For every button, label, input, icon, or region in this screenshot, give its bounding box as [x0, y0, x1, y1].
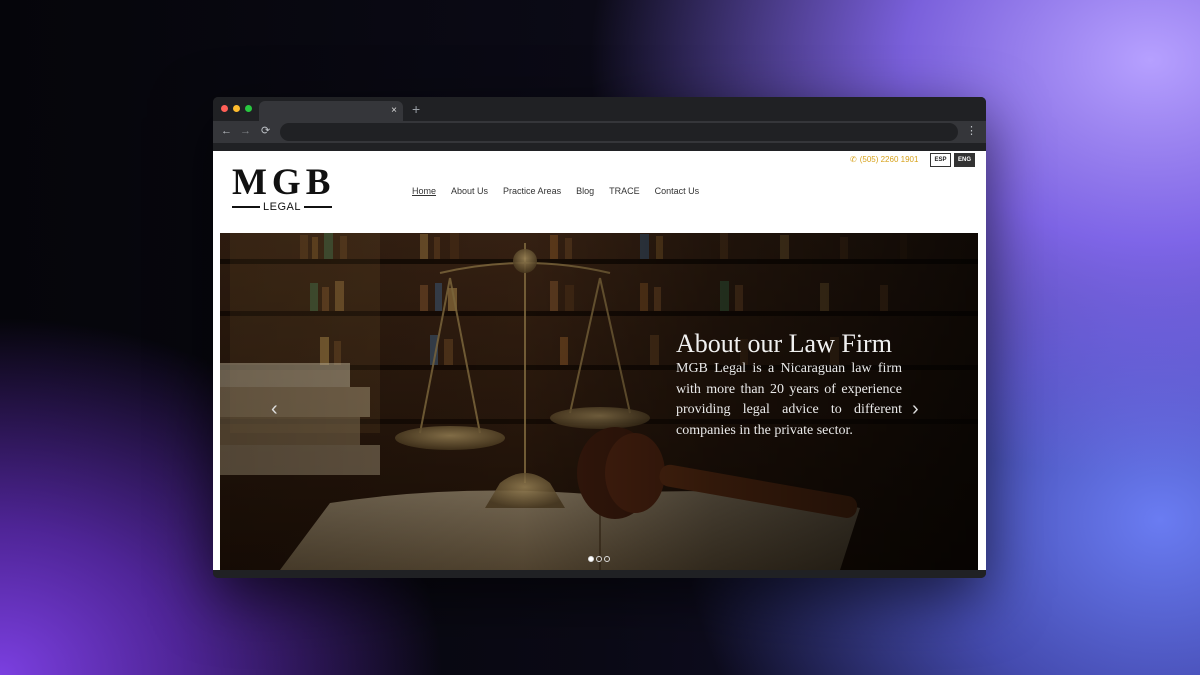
- carousel-next-icon[interactable]: ›: [912, 397, 919, 421]
- forward-arrow-icon[interactable]: →: [240, 124, 251, 138]
- maximize-window-button[interactable]: [245, 105, 252, 112]
- hero-title: About our Law Firm: [676, 329, 892, 358]
- browser-toolbar: ← → ⟳ ⋮: [213, 121, 986, 143]
- phone-icon: ✆: [850, 155, 857, 164]
- minimize-window-button[interactable]: [233, 105, 240, 112]
- logo-wordmark: MGB: [232, 162, 336, 203]
- kebab-menu-icon[interactable]: ⋮: [966, 124, 977, 138]
- hero-carousel: About our Law Firm MGB Legal is a Nicara…: [220, 233, 978, 570]
- phone-number: (505) 2260 1901: [859, 155, 919, 164]
- browser-bottom-edge: [213, 570, 986, 578]
- nav-item-about-us[interactable]: About Us: [451, 186, 488, 196]
- nav-item-blog[interactable]: Blog: [576, 186, 594, 196]
- close-icon[interactable]: ×: [391, 104, 397, 118]
- tab-bar: × +: [213, 97, 986, 121]
- browser-window: × + ← → ⟳ ⋮ MGB LEGAL ✆ (505) 2260 1901 …: [213, 97, 986, 578]
- nav-item-contact-us[interactable]: Contact Us: [655, 186, 700, 196]
- nav-item-home[interactable]: Home: [412, 186, 436, 196]
- back-arrow-icon[interactable]: ←: [221, 124, 232, 138]
- address-bar[interactable]: [280, 123, 958, 141]
- logo-rule-right: [303, 206, 332, 208]
- lang-esp-button[interactable]: ESP: [930, 153, 951, 167]
- carousel-dot-1[interactable]: [588, 556, 594, 562]
- logo-subtitle: LEGAL: [263, 201, 301, 213]
- web-page: MGB LEGAL ✆ (505) 2260 1901 ESP ENG Home…: [213, 151, 986, 570]
- browser-tab[interactable]: ×: [259, 101, 403, 121]
- hero-description: MGB Legal is a Nicaraguan law firm with …: [676, 361, 902, 438]
- reload-icon[interactable]: ⟳: [261, 124, 270, 138]
- close-window-button[interactable]: [221, 105, 228, 112]
- carousel-dot-2[interactable]: [596, 556, 602, 562]
- carousel-dot-3[interactable]: [604, 556, 610, 562]
- phone-link[interactable]: ✆ (505) 2260 1901: [850, 155, 918, 164]
- nav-item-practice-areas[interactable]: Practice Areas: [503, 186, 561, 196]
- carousel-indicators: [588, 556, 610, 562]
- site-logo[interactable]: MGB LEGAL: [232, 162, 336, 213]
- lang-eng-button[interactable]: ENG: [954, 153, 975, 167]
- new-tab-icon[interactable]: +: [412, 101, 420, 117]
- main-nav: Home About Us Practice Areas Blog TRACE …: [412, 186, 714, 196]
- logo-rule-left: [232, 206, 260, 208]
- carousel-prev-icon[interactable]: ‹: [271, 397, 278, 421]
- toolbar-divider: [213, 143, 986, 151]
- nav-item-trace[interactable]: TRACE: [609, 186, 640, 196]
